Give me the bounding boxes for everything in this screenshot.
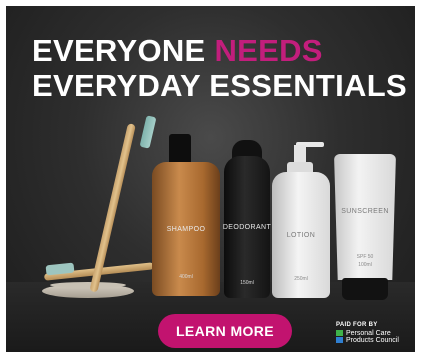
sponsor-logo-icon <box>336 330 343 343</box>
headline-highlight: NEEDS <box>214 33 323 68</box>
sunscreen-spf: SPF 50 <box>356 254 374 260</box>
shampoo-bottle: SHAMPOO 400ml <box>152 162 220 296</box>
paid-for-by-label: PAID FOR BY <box>336 322 378 328</box>
sunscreen-size: 100ml <box>358 262 372 268</box>
toothbrush-standing-bristles <box>139 115 157 149</box>
headline-prefix: EVERYONE <box>32 33 206 68</box>
headline-line-1: EVERYONE NEEDS <box>32 34 407 68</box>
deodorant-size: 150ml <box>240 280 254 286</box>
ad-banner[interactable]: EVERYONE NEEDS EVERYDAY ESSENTIALS SHAMP… <box>6 6 415 352</box>
lotion-size: 250ml <box>294 276 308 282</box>
lotion-label: LOTION <box>286 231 316 239</box>
headline: EVERYONE NEEDS EVERYDAY ESSENTIALS <box>32 34 407 104</box>
sunscreen-tube: SUNSCREEN SPF 50 100ml <box>334 154 396 280</box>
shampoo-size: 400ml <box>179 274 193 280</box>
deodorant-can: DEODORANT 150ml <box>222 156 272 298</box>
sponsor-name-line-2: Products Council <box>346 337 399 344</box>
soap-dish-top <box>50 282 126 288</box>
sponsor-name-line-1: Personal Care <box>346 330 391 337</box>
paid-for-by-disclosure: PAID FOR BY Personal Care Products Counc… <box>336 322 399 344</box>
headline-line-2: EVERYDAY ESSENTIALS <box>32 68 407 103</box>
learn-more-button[interactable]: LEARN MORE <box>158 314 292 348</box>
shampoo-label: SHAMPOO <box>166 225 206 233</box>
lotion-bottle: LOTION 250ml <box>272 172 330 298</box>
sponsor: Personal Care Products Council <box>336 330 399 344</box>
sunscreen-cap <box>342 278 388 300</box>
sunscreen-label: SUNSCREEN <box>341 208 389 215</box>
deodorant-label: DEODORANT <box>222 223 272 231</box>
